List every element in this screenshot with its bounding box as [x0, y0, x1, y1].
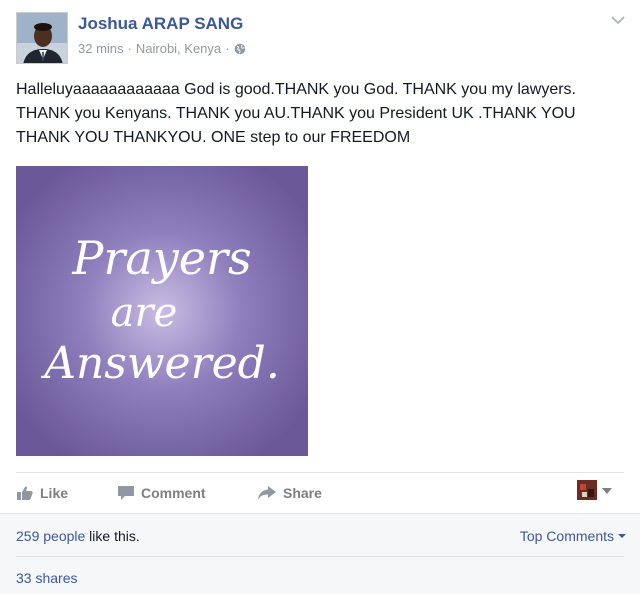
meta-separator: ·	[127, 41, 132, 56]
globe-icon[interactable]	[234, 43, 246, 55]
comment-label: Comment	[141, 485, 206, 501]
post-message: Halleluyaaaaaaaaaaaa God is good.THANK y…	[16, 81, 576, 146]
post-time[interactable]: 32 mins	[78, 41, 124, 56]
actions-divider	[16, 472, 624, 473]
share-arrow-icon	[258, 486, 276, 500]
likes-suffix: like this.	[85, 528, 140, 544]
image-line-2: are	[111, 290, 178, 336]
shares-link[interactable]: 33 shares	[16, 570, 77, 586]
author-avatar[interactable]	[16, 12, 68, 64]
meta-separator: ·	[225, 41, 230, 56]
top-comments-dropdown[interactable]: Top Comments	[520, 528, 626, 544]
post-meta: 32 mins · Nairobi, Kenya ·	[78, 41, 246, 56]
like-label: Like	[40, 485, 69, 501]
thumbs-up-icon	[17, 486, 33, 500]
comment-bubble-icon	[118, 486, 134, 500]
post-card: Joshua ARAP SANG 32 mins · Nairobi, Keny…	[0, 0, 640, 594]
prayers-answered-image: Prayers are Answered.	[16, 166, 308, 456]
post-photo[interactable]: Prayers are Answered.	[16, 166, 308, 456]
like-button[interactable]: Like	[16, 483, 68, 503]
image-line-3: Answered.	[40, 338, 280, 389]
share-label: Share	[283, 485, 322, 501]
feedback-section: 259 people like this. Top Comments 33 sh…	[0, 513, 640, 594]
page-avatar[interactable]	[577, 480, 597, 500]
comment-button[interactable]: Comment	[117, 483, 206, 503]
post-location[interactable]: Nairobi, Kenya	[136, 41, 221, 56]
top-comments-label: Top Comments	[519, 528, 614, 544]
profile-thumbnail	[577, 480, 597, 500]
author-name[interactable]: Joshua ARAP SANG	[78, 14, 243, 34]
caret-down-icon[interactable]	[601, 487, 613, 495]
chevron-down-icon[interactable]	[610, 14, 626, 26]
avatar-image	[17, 13, 67, 63]
caret-down-icon	[618, 534, 626, 538]
likes-count-link[interactable]: 259 people	[16, 528, 85, 544]
image-line-1: Prayers	[71, 231, 251, 285]
share-button[interactable]: Share	[257, 483, 322, 503]
ufi-divider	[16, 556, 624, 557]
likes-summary: 259 people like this.	[16, 528, 140, 544]
